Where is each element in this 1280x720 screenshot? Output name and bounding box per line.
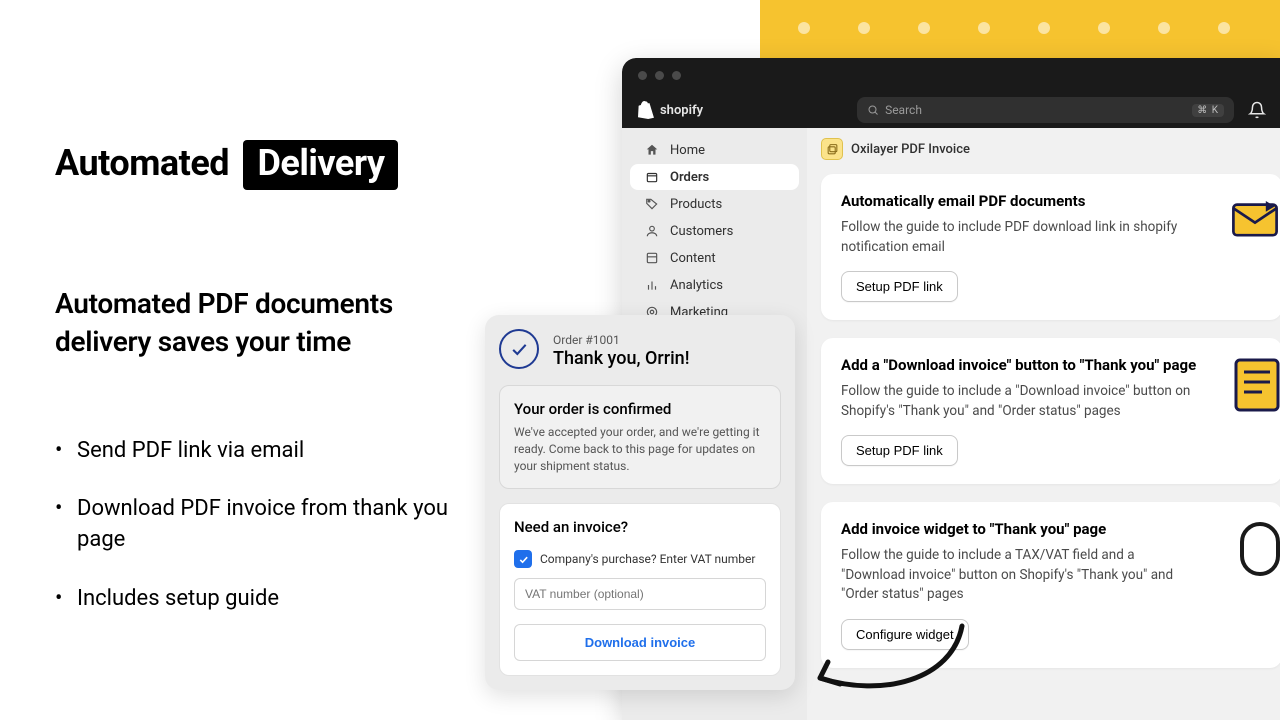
feature-item: Send PDF link via email (55, 436, 465, 467)
confirmed-title: Your order is confirmed (514, 400, 766, 418)
sidebar-item-orders[interactable]: Orders (630, 164, 799, 190)
breadcrumb-label: Oxilayer PDF Invoice (851, 142, 970, 157)
company-purchase-checkbox[interactable] (514, 550, 532, 568)
setup-pdf-link-button[interactable]: Setup PDF link (841, 271, 958, 302)
arrow-annotation (802, 620, 972, 710)
user-icon (644, 223, 660, 239)
sidebar-item-content[interactable]: Content (630, 245, 799, 271)
invoice-widget: Need an invoice? Company's purchase? Ent… (499, 503, 781, 676)
sidebar-item-label: Content (670, 251, 716, 266)
search-input[interactable]: Search ⌘ K (857, 97, 1234, 123)
breadcrumb: Oxilayer PDF Invoice (821, 138, 1280, 160)
sidebar-item-label: Customers (670, 224, 733, 239)
card-title: Add a "Download invoice" button to "Than… (841, 356, 1262, 374)
sidebar-item-customers[interactable]: Customers (630, 218, 799, 244)
download-invoice-button[interactable]: Download invoice (514, 624, 766, 661)
setup-pdf-link-button[interactable]: Setup PDF link (841, 435, 958, 466)
headline-word-2: Delivery (243, 140, 398, 190)
page-subheadline: Automated PDF documents delivery saves y… (55, 285, 465, 361)
confirmed-description: We've accepted your order, and we're get… (514, 424, 766, 474)
home-icon (644, 142, 660, 158)
sidebar-item-label: Home (670, 143, 705, 158)
thank-you-text: Thank you, Orrin! (553, 348, 689, 369)
search-icon (867, 104, 879, 116)
card-description: Follow the guide to include PDF download… (841, 218, 1201, 257)
page-headline: Automated Delivery (55, 140, 465, 190)
sidebar-item-home[interactable]: Home (630, 137, 799, 163)
envelope-icon (1228, 192, 1280, 246)
order-number: Order #1001 (553, 333, 620, 347)
vat-number-input[interactable] (514, 578, 766, 610)
orders-icon (644, 169, 660, 185)
widget-icon (1238, 520, 1280, 578)
card-title: Automatically email PDF documents (841, 192, 1262, 210)
feature-list: Send PDF link via email Download PDF inv… (55, 436, 465, 615)
shopify-topbar: shopify Search ⌘ K (622, 92, 1280, 128)
search-kbd: ⌘ K (1192, 104, 1224, 117)
card-description: Follow the guide to include a TAX/VAT fi… (841, 546, 1201, 605)
sidebar-item-label: Products (670, 197, 722, 212)
card-description: Follow the guide to include a "Download … (841, 382, 1201, 421)
card-title: Add invoice widget to "Thank you" page (841, 520, 1262, 538)
sidebar-item-products[interactable]: Products (630, 191, 799, 217)
feature-item: Includes setup guide (55, 584, 465, 615)
brand-label: shopify (660, 103, 703, 118)
app-icon (821, 138, 843, 160)
setup-card-email: Automatically email PDF documents Follow… (821, 174, 1280, 320)
setup-card-download-button: Add a "Download invoice" button to "Than… (821, 338, 1280, 484)
sidebar-item-label: Analytics (670, 278, 723, 293)
tag-icon (644, 196, 660, 212)
sidebar-item-analytics[interactable]: Analytics (630, 272, 799, 298)
notifications-icon[interactable] (1248, 101, 1266, 119)
checkmark-icon (499, 329, 539, 369)
feature-item: Download PDF invoice from thank you page (55, 494, 465, 556)
invoice-title: Need an invoice? (514, 518, 766, 536)
sidebar-item-label: Orders (670, 170, 709, 185)
checkbox-label: Company's purchase? Enter VAT number (540, 552, 755, 566)
document-icon (1232, 356, 1280, 414)
analytics-icon (644, 277, 660, 293)
window-controls (622, 58, 1280, 92)
search-placeholder: Search (885, 103, 922, 117)
order-confirmed-box: Your order is confirmed We've accepted y… (499, 385, 781, 489)
shopify-logo[interactable]: shopify (638, 101, 703, 119)
decorative-band (760, 0, 1280, 58)
headline-word-1: Automated (55, 142, 229, 184)
content-icon (644, 250, 660, 266)
order-status-preview: Order #1001 Thank you, Orrin! Your order… (485, 315, 795, 690)
